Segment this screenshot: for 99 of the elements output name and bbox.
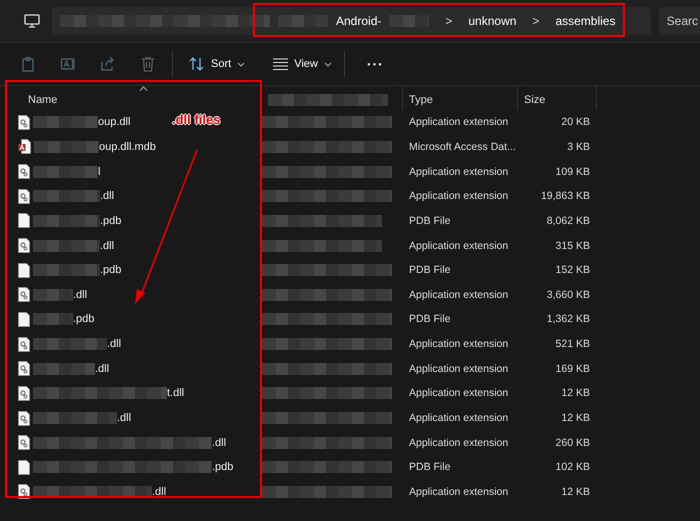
file-name[interactable]: t.dll <box>167 387 184 400</box>
breadcrumb-separator: > <box>445 14 452 28</box>
file-type: Application extension <box>409 436 508 449</box>
file-size: 102 KB <box>556 461 590 474</box>
file-name[interactable]: oup.dll.mdb <box>99 140 156 153</box>
delete-icon[interactable] <box>140 56 156 72</box>
settings-file-icon <box>18 410 30 426</box>
chevron-down-icon <box>324 62 332 66</box>
file-size: 521 KB <box>556 338 590 350</box>
file-size: 3,660 KB <box>546 288 590 301</box>
database-file-icon <box>18 139 31 154</box>
file-type: Application extension <box>409 412 508 424</box>
file-size: 109 KB <box>556 166 590 178</box>
file-size: 12 KB <box>561 412 590 424</box>
file-size: 315 KB <box>556 240 590 252</box>
settings-file-icon <box>18 188 30 204</box>
address-bar[interactable]: Android- > unknown > assemblies <box>52 7 651 35</box>
file-type: PDB File <box>409 214 450 227</box>
file-name[interactable]: .dll <box>73 288 88 301</box>
file-size: 152 KB <box>556 264 590 276</box>
file-size: 8,062 KB <box>546 214 590 227</box>
breadcrumb[interactable]: Android- <box>336 14 382 28</box>
file-name[interactable]: oup.dll <box>98 116 130 128</box>
sort-button[interactable]: Sort <box>181 49 254 79</box>
file-type: PDB File <box>409 313 450 326</box>
file-name[interactable]: .dll <box>95 362 110 375</box>
settings-file-icon <box>18 238 30 254</box>
file-type: Application extension <box>409 362 508 375</box>
column-header[interactable]: Type <box>409 94 433 106</box>
redacted-filename <box>33 362 95 375</box>
redacted-filename <box>33 313 73 326</box>
file-size: 12 KB <box>561 387 590 400</box>
file-size: 20 KB <box>561 116 590 128</box>
redacted-filename <box>33 190 100 202</box>
breadcrumb-separator: > <box>532 14 540 28</box>
file-type: Application extension <box>409 166 508 178</box>
redacted-filename <box>34 140 99 153</box>
redacted-filename <box>33 116 98 128</box>
chevron-down-icon <box>237 62 246 66</box>
redacted-filename <box>33 166 98 178</box>
file-name[interactable]: l <box>98 166 100 178</box>
paste-icon[interactable] <box>20 56 36 72</box>
rename-icon[interactable] <box>60 56 76 72</box>
more-button[interactable]: ··· <box>358 49 392 79</box>
file-type: Application extension <box>409 190 508 202</box>
file-size: 3 KB <box>567 140 590 153</box>
file-icon <box>18 460 30 475</box>
file-type: Application extension <box>409 486 508 498</box>
file-size: 12 KB <box>561 486 590 498</box>
file-name[interactable]: .dll <box>212 436 226 449</box>
list-view-icon <box>273 58 288 70</box>
redacted-path <box>389 15 430 27</box>
view-button[interactable]: View <box>265 49 340 79</box>
search-field[interactable]: Searc <box>658 7 700 35</box>
breadcrumb[interactable]: assemblies <box>555 14 616 28</box>
file-size: 1,362 KB <box>546 313 590 326</box>
file-size: 260 KB <box>556 436 590 449</box>
file-icon <box>18 312 30 327</box>
settings-file-icon <box>18 164 30 180</box>
sort-caret-icon <box>139 86 148 91</box>
settings-file-icon <box>18 435 30 450</box>
file-type: Application extension <box>409 387 508 400</box>
settings-file-icon <box>18 287 30 302</box>
file-name[interactable]: .pdb <box>73 313 94 326</box>
file-name[interactable]: .pdb <box>100 214 122 227</box>
file-type: Application extension <box>409 240 508 252</box>
file-name[interactable]: .dll <box>100 240 114 252</box>
file-type: PDB File <box>409 461 450 474</box>
file-icon <box>18 262 30 278</box>
file-name[interactable]: .dll <box>107 338 122 350</box>
column-header[interactable]: Name <box>28 94 58 106</box>
file-type: Application extension <box>409 338 508 350</box>
file-name[interactable]: .dll <box>100 190 114 202</box>
file-type: Microsoft Access Dat... <box>409 140 516 153</box>
file-type: Application extension <box>409 288 508 301</box>
file-name[interactable]: .pdb <box>212 461 234 474</box>
file-type: PDB File <box>409 264 450 276</box>
breadcrumb[interactable]: unknown <box>468 14 516 28</box>
computer-icon[interactable] <box>24 14 40 28</box>
settings-file-icon <box>18 336 30 352</box>
redacted-filename <box>33 288 73 301</box>
file-name[interactable]: .pdb <box>100 264 122 276</box>
settings-file-icon <box>18 361 30 376</box>
redacted-filename <box>33 214 100 227</box>
file-icon <box>18 213 30 228</box>
sort-icon <box>189 57 205 71</box>
file-size: 169 KB <box>556 362 590 375</box>
settings-file-icon <box>18 386 30 401</box>
file-name[interactable]: .dll <box>152 486 166 498</box>
annotation-label: .dll files <box>172 112 220 127</box>
file-type: Application extension <box>409 116 508 128</box>
settings-file-icon <box>18 114 30 130</box>
share-icon[interactable] <box>100 56 116 72</box>
redacted-filename <box>33 264 100 276</box>
column-header[interactable]: Size <box>524 94 546 106</box>
file-name[interactable]: .dll <box>117 412 132 424</box>
file-size: 19,863 KB <box>540 190 590 202</box>
redacted-path <box>278 15 328 27</box>
redacted-filename <box>33 240 100 252</box>
